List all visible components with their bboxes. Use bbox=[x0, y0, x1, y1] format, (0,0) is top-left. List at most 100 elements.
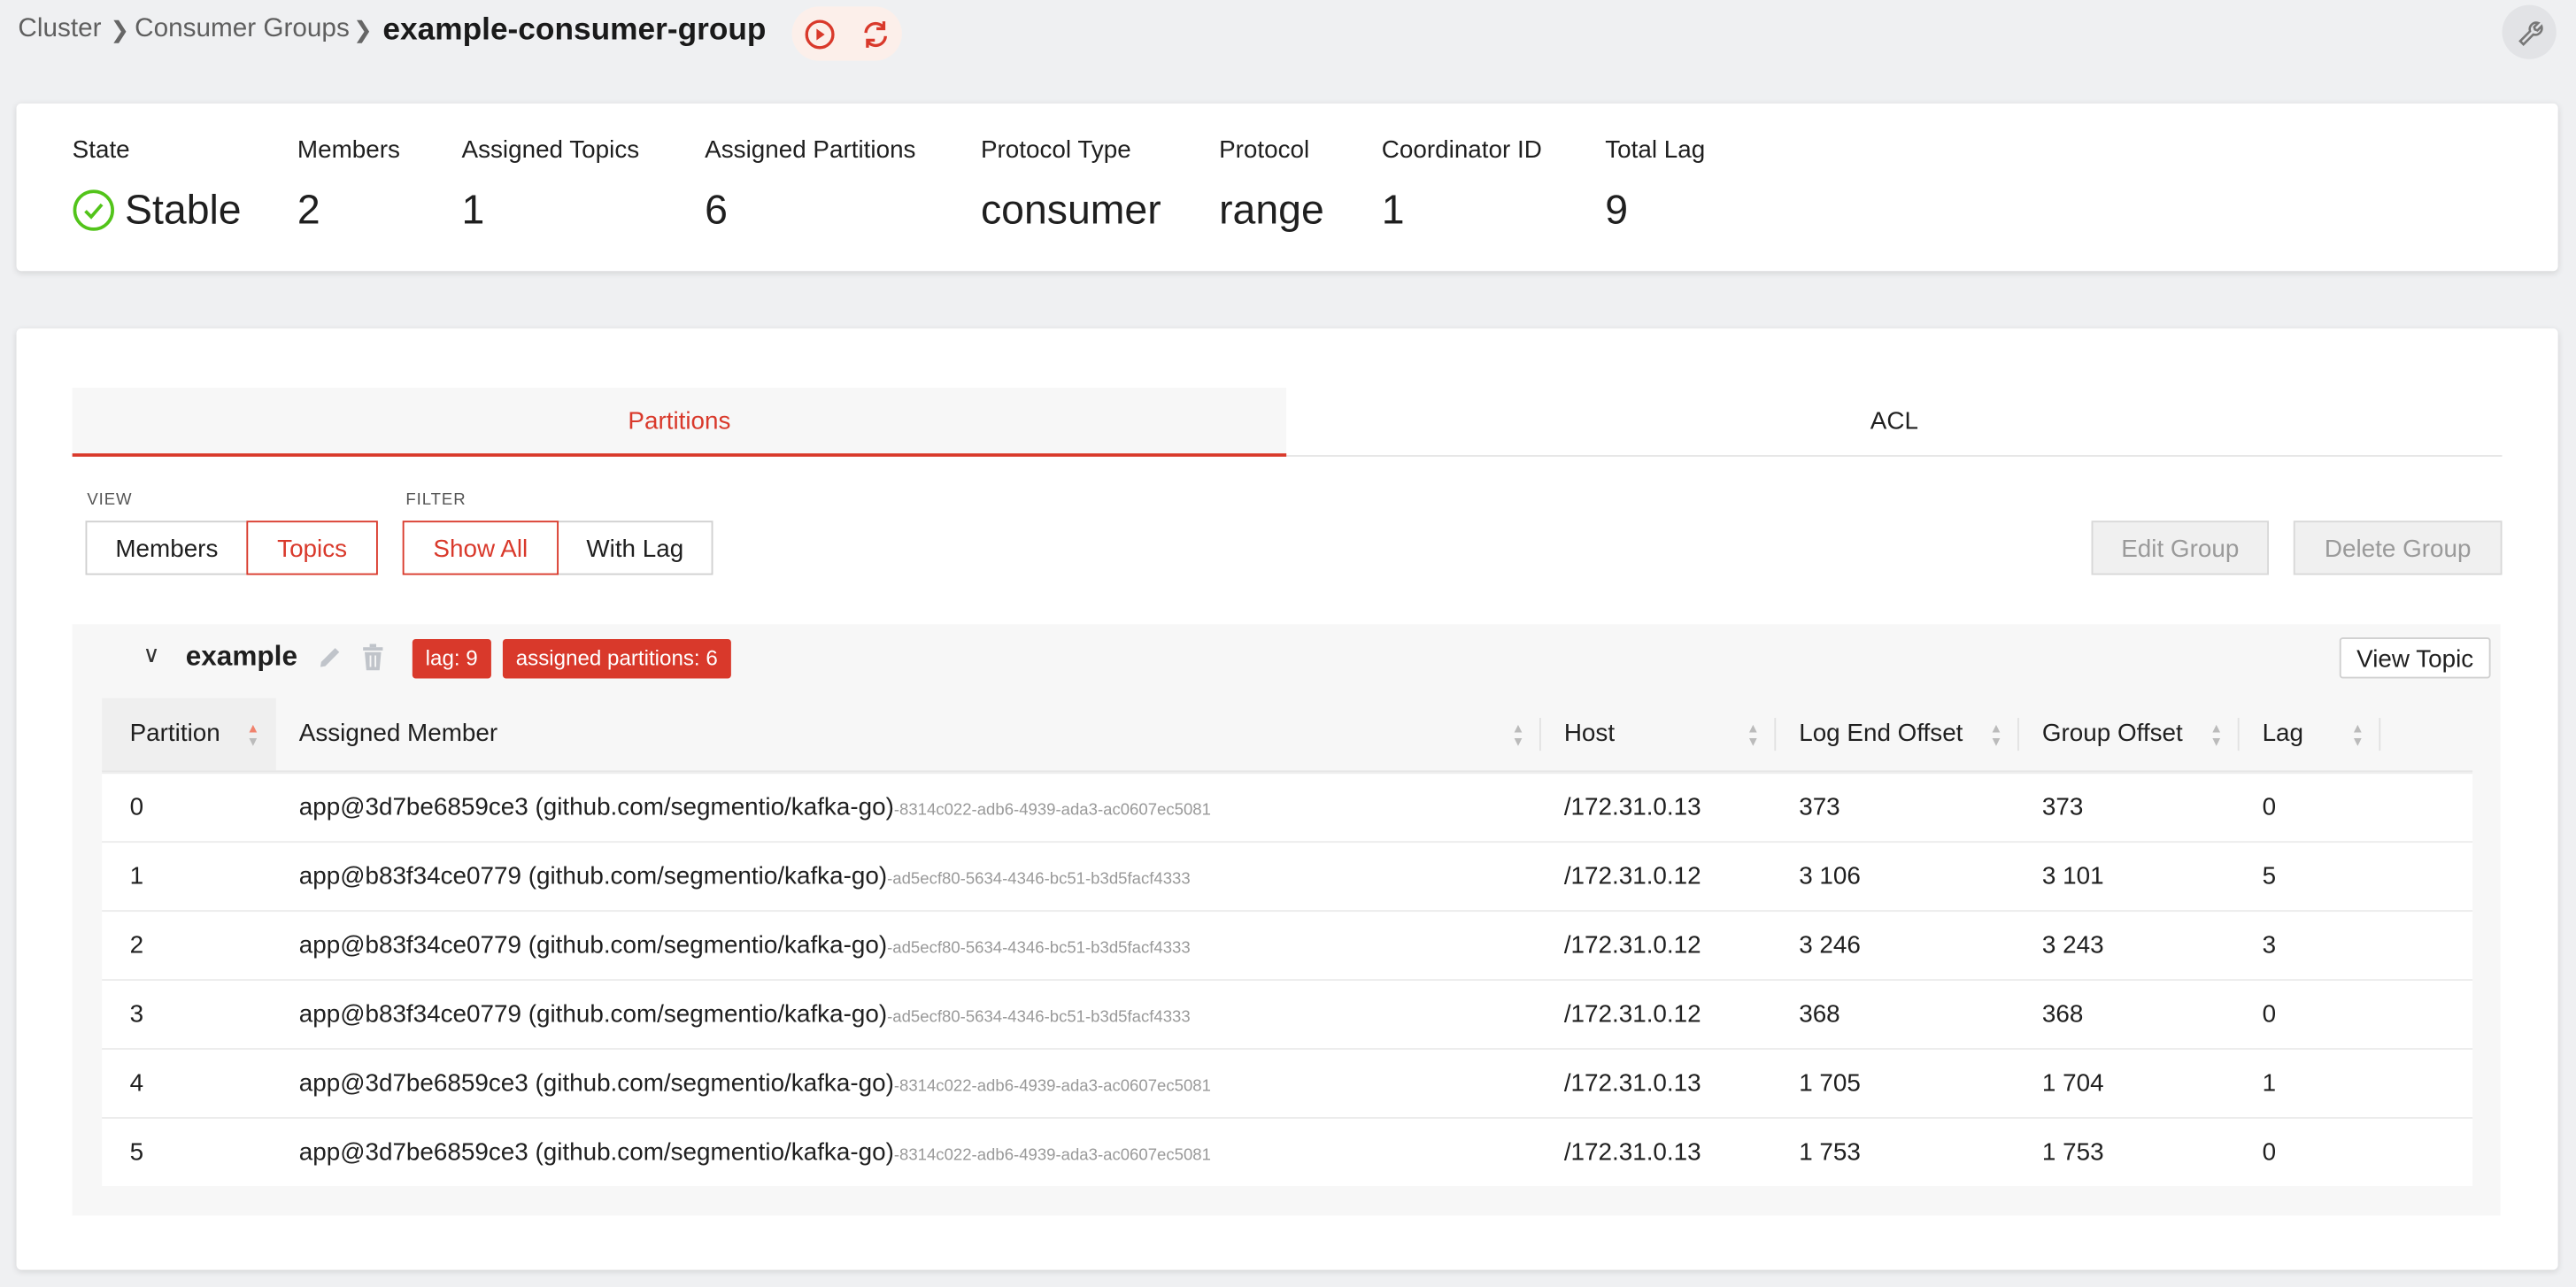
cell-host: /172.31.0.13 bbox=[1563, 793, 1701, 821]
refresh-icon[interactable] bbox=[860, 18, 892, 50]
member-id: -8314c022-adb6-4939-ada3-ac0607ec5081 bbox=[893, 801, 1211, 821]
cell-group-offset: 373 bbox=[2041, 793, 2084, 821]
cell-member: app@b83f34ce0779 (github.com/segmentio/k… bbox=[299, 981, 1191, 1053]
member-id: -ad5ecf80-5634-4346-bc51-b3d5facf4333 bbox=[887, 870, 1191, 890]
breadcrumb-consumer-groups[interactable]: Consumer Groups bbox=[135, 15, 350, 44]
column-label: Host bbox=[1563, 719, 1616, 748]
breadcrumb-chevron-icon: ❯ bbox=[110, 16, 130, 43]
member-name: app@b83f34ce0779 (github.com/segmentio/k… bbox=[298, 1000, 888, 1029]
stat-topics-value: 1 bbox=[461, 187, 485, 234]
table-row: 0 app@3d7be6859ce3 (github.com/segmentio/… bbox=[102, 772, 2473, 842]
column-header-partition[interactable]: Partition ▲ ▼ bbox=[102, 697, 276, 771]
cell-member: app@3d7be6859ce3 (github.com/segmentio/k… bbox=[299, 774, 1211, 846]
stat-lag-label: Total Lag bbox=[1605, 136, 1706, 165]
column-label: Log End Offset bbox=[1799, 719, 1963, 748]
stat-protocol-type-value: consumer bbox=[980, 187, 1161, 234]
topic-name: example bbox=[185, 640, 298, 673]
stat-members-label: Members bbox=[297, 136, 400, 165]
cell-group-offset: 3 243 bbox=[2041, 931, 2104, 959]
column-header-member[interactable]: Assigned Member ▲ ▼ bbox=[276, 698, 1541, 771]
consumer-group-page: Cluster ❯ Consumer Groups ❯ example-cons… bbox=[0, 0, 2576, 1286]
tab-partitions[interactable]: Partitions bbox=[72, 387, 1287, 457]
cell-log-end-offset: 1 705 bbox=[1799, 1069, 1861, 1098]
sort-icon: ▲ ▼ bbox=[2350, 721, 2364, 750]
table-row: 3 app@b83f34ce0779 (github.com/segmentio/… bbox=[102, 979, 2473, 1049]
cell-member: app@b83f34ce0779 (github.com/segmentio/k… bbox=[299, 912, 1191, 984]
member-id: -ad5ecf80-5634-4346-bc51-b3d5facf4333 bbox=[887, 939, 1191, 958]
stat-state-value: Stable bbox=[125, 187, 242, 234]
cell-partition: 0 bbox=[129, 793, 144, 821]
view-label: VIEW bbox=[87, 490, 133, 510]
table-row: 1 app@b83f34ce0779 (github.com/segmentio/… bbox=[102, 841, 2473, 911]
stat-protocol-value: range bbox=[1219, 187, 1324, 234]
trash-icon[interactable] bbox=[359, 643, 386, 672]
view-members-button[interactable]: Members bbox=[85, 520, 249, 575]
cell-log-end-offset: 3 246 bbox=[1799, 931, 1861, 959]
tab-acl[interactable]: ACL bbox=[1286, 388, 2502, 457]
member-name: app@3d7be6859ce3 (github.com/segmentio/k… bbox=[298, 1069, 894, 1098]
cell-host: /172.31.0.12 bbox=[1563, 862, 1701, 890]
page-title: example-consumer-group bbox=[382, 12, 767, 48]
settings-button[interactable] bbox=[2502, 4, 2557, 59]
column-header-host[interactable]: Host ▲ ▼ bbox=[1541, 698, 1777, 771]
stat-state-label: State bbox=[72, 136, 130, 165]
cell-log-end-offset: 373 bbox=[1799, 793, 1840, 821]
cell-member: app@3d7be6859ce3 (github.com/segmentio/k… bbox=[299, 1050, 1211, 1122]
assigned-partitions-badge: assigned partitions: 6 bbox=[502, 638, 731, 679]
cell-lag: 0 bbox=[2262, 1000, 2277, 1029]
member-id: -ad5ecf80-5634-4346-bc51-b3d5facf4333 bbox=[887, 1008, 1191, 1027]
cell-lag: 1 bbox=[2262, 1069, 2277, 1098]
collapse-chevron-icon[interactable]: ∨ bbox=[143, 641, 159, 669]
column-label: Group Offset bbox=[2041, 719, 2183, 748]
column-header-group-offset[interactable]: Group Offset ▲ ▼ bbox=[2019, 698, 2240, 771]
table-row: 5 app@3d7be6859ce3 (github.com/segmentio/… bbox=[102, 1117, 2473, 1186]
filter-with-lag-button[interactable]: With Lag bbox=[557, 520, 713, 575]
filter-show-all-button[interactable]: Show All bbox=[402, 520, 559, 575]
stat-lag-value: 9 bbox=[1605, 187, 1629, 234]
stat-protocol-type-label: Protocol Type bbox=[980, 136, 1131, 165]
sort-icon: ▲ ▼ bbox=[1989, 721, 2003, 750]
column-label: Lag bbox=[2262, 719, 2304, 748]
breadcrumb-cluster[interactable]: Cluster bbox=[18, 15, 101, 44]
cell-log-end-offset: 3 106 bbox=[1799, 862, 1861, 890]
play-circle-icon[interactable] bbox=[804, 18, 837, 50]
sort-icon: ▲ ▼ bbox=[246, 721, 260, 750]
stat-partitions-value: 6 bbox=[705, 187, 728, 234]
column-label: Assigned Member bbox=[298, 719, 498, 748]
cell-member: app@b83f34ce0779 (github.com/segmentio/k… bbox=[299, 843, 1191, 915]
cell-partition: 4 bbox=[129, 1069, 144, 1098]
lag-badge: lag: 9 bbox=[412, 638, 491, 679]
sort-icon: ▲ ▼ bbox=[2210, 721, 2224, 750]
cell-lag: 5 bbox=[2262, 862, 2277, 890]
column-header-lag[interactable]: Lag ▲ ▼ bbox=[2240, 698, 2381, 771]
view-topics-button[interactable]: Topics bbox=[246, 520, 378, 575]
cell-host: /172.31.0.13 bbox=[1563, 1138, 1701, 1167]
member-id: -8314c022-adb6-4939-ada3-ac0607ec5081 bbox=[893, 1146, 1211, 1165]
delete-group-button[interactable]: Delete Group bbox=[2293, 520, 2503, 575]
cell-group-offset: 3 101 bbox=[2041, 862, 2104, 890]
view-topic-button[interactable]: View Topic bbox=[2339, 637, 2491, 679]
cell-partition: 1 bbox=[129, 862, 144, 890]
cell-partition: 3 bbox=[129, 1000, 144, 1029]
stat-partitions-label: Assigned Partitions bbox=[705, 136, 916, 165]
stat-members-value: 2 bbox=[297, 187, 320, 234]
wrench-icon bbox=[2518, 21, 2543, 46]
stat-coordinator-label: Coordinator ID bbox=[1381, 136, 1542, 165]
table-row: 4 app@3d7be6859ce3 (github.com/segmentio/… bbox=[102, 1048, 2473, 1118]
cell-lag: 3 bbox=[2262, 931, 2277, 959]
stat-coordinator-value: 1 bbox=[1381, 187, 1405, 234]
member-id: -8314c022-adb6-4939-ada3-ac0607ec5081 bbox=[893, 1077, 1211, 1096]
filter-label: FILTER bbox=[405, 490, 467, 510]
cell-host: /172.31.0.13 bbox=[1563, 1069, 1701, 1098]
column-label: Partition bbox=[129, 719, 220, 748]
cell-host: /172.31.0.12 bbox=[1563, 931, 1701, 959]
table-row: 2 app@b83f34ce0779 (github.com/segmentio/… bbox=[102, 910, 2473, 980]
member-name: app@b83f34ce0779 (github.com/segmentio/k… bbox=[298, 931, 888, 959]
stat-topics-label: Assigned Topics bbox=[461, 136, 640, 165]
stat-protocol-label: Protocol bbox=[1219, 136, 1310, 165]
cell-lag: 0 bbox=[2262, 1138, 2277, 1167]
member-name: app@b83f34ce0779 (github.com/segmentio/k… bbox=[298, 862, 888, 890]
column-header-log-end-offset[interactable]: Log End Offset ▲ ▼ bbox=[1776, 698, 2019, 771]
edit-group-button[interactable]: Edit Group bbox=[2091, 520, 2269, 575]
edit-pencil-icon[interactable] bbox=[315, 644, 343, 673]
